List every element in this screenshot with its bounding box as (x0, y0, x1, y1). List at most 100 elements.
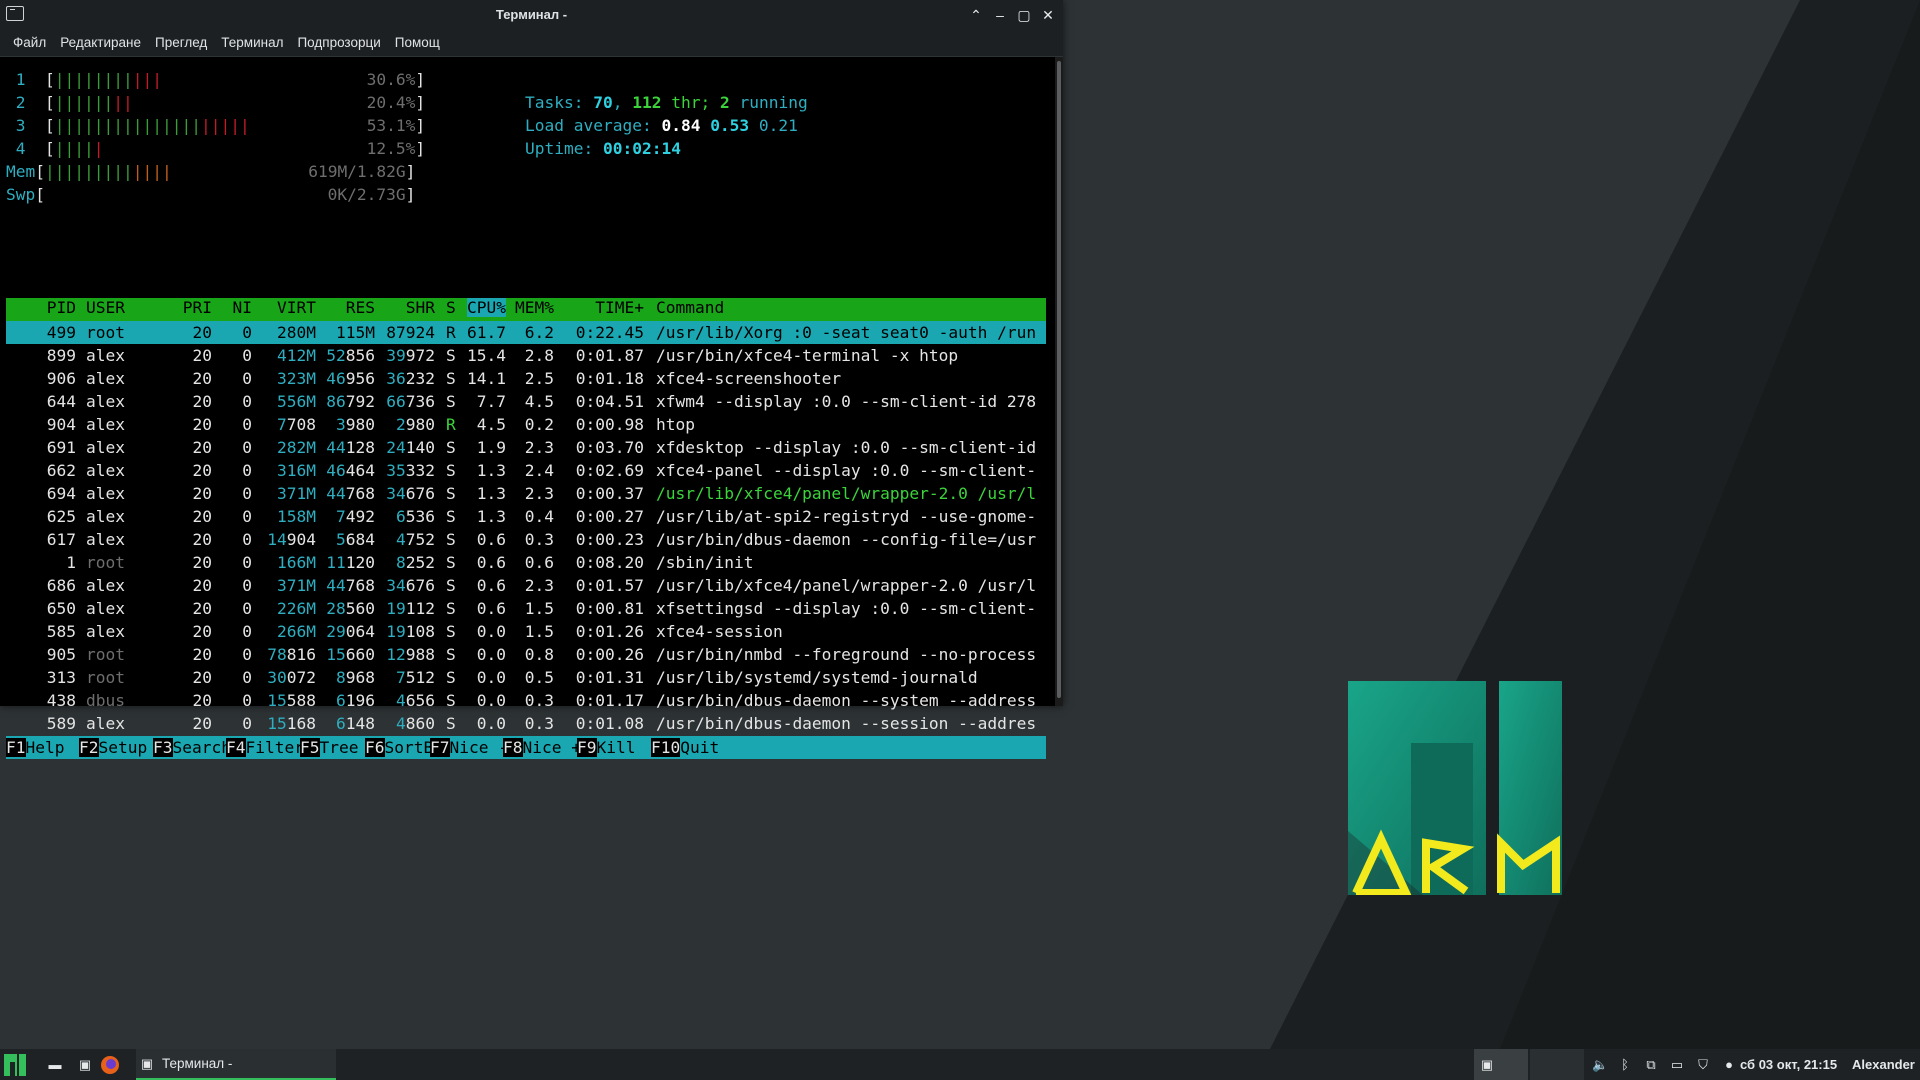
workspace-2[interactable] (1530, 1049, 1584, 1080)
cell-res: 52856 (326, 346, 375, 365)
terminal-task-icon: ▣ (140, 1055, 154, 1071)
process-row[interactable]: 499 root 20 0 280M 115M 87924 R 61.7 6.2 0:22.45/u… (6, 321, 1046, 344)
network-icon[interactable]: ⧉ (1644, 1057, 1658, 1072)
column-header-ni[interactable]: NI (233, 298, 253, 317)
cell-pri: 20 (192, 553, 213, 572)
column-header-res[interactable]: RES (346, 298, 375, 317)
cell-cmd: /usr/bin/dbus-daemon --session --addres (656, 714, 1037, 733)
workspace-1[interactable]: ▣ (1474, 1049, 1528, 1080)
cell-s: S (446, 438, 456, 457)
process-row[interactable]: 625 alex 20 0 158M 7492 6536 S 1.3 0.4 0:00.27/usr… (6, 505, 1046, 528)
menu-terminal[interactable]: Терминал (214, 30, 290, 56)
cell-time: 0:01.18 (575, 369, 644, 388)
column-header-user[interactable]: USER (86, 298, 125, 317)
column-header-command[interactable]: Command (656, 298, 724, 317)
menu-tabs[interactable]: Подпрозорци (290, 30, 387, 56)
cell-cmd: /sbin/init (656, 553, 754, 572)
fkey-f10[interactable]: F10Quit (651, 736, 739, 759)
process-row[interactable]: 905 root 20 0 78816 15660 12988 S 0.0 0.8 0:00.26 /… (6, 643, 1046, 666)
close-button[interactable]: ✕ (1039, 0, 1057, 30)
file-manager-launcher[interactable]: ▬ (42, 1049, 68, 1080)
fkey-f3[interactable]: F3Search (153, 736, 231, 759)
process-row[interactable]: 904 alex 20 0 7708 3980 2980 R 4.5 0.2 0:00.98 htop (6, 413, 1046, 436)
meter-value: 12.5% (366, 139, 416, 158)
column-header-pri[interactable]: PRI (183, 298, 212, 317)
minimize-button[interactable]: – (991, 0, 1009, 30)
cell-shr: 19108 (386, 622, 435, 641)
column-header-mem[interactable]: MEM% (515, 298, 554, 317)
process-row[interactable]: 438 dbus 20 0 15588 6196 4656 S 0.0 0.3 0:01.17/us… (6, 689, 1046, 712)
column-header-virt[interactable]: VIRT (277, 298, 316, 317)
cell-res: 46464 (326, 461, 375, 480)
shield-icon[interactable]: ⛉ (1696, 1057, 1710, 1072)
column-header-cpu[interactable]: CPU% (467, 298, 506, 317)
cell-shr: 8252 (396, 553, 435, 572)
process-row[interactable]: 313 root 20 0 30072 8968 7512 S 0.0 0.5 0:01.31/us… (6, 666, 1046, 689)
cell-pid: 499 (46, 323, 76, 342)
cell-res: 3980 (336, 415, 375, 434)
cell-shr: 36232 (386, 369, 435, 388)
cell-ni: 0 (242, 576, 252, 595)
terminal-launcher[interactable]: ▣ (72, 1049, 98, 1080)
title-bar[interactable]: Терминал - ⌃ – ▢ ✕ (0, 0, 1063, 30)
process-table-header[interactable]: PID USER PRI NI VIRT RES SHR S CPU% MEM% TIME+ Comm… (6, 298, 1046, 321)
user-name[interactable]: Alexander (1852, 1049, 1915, 1080)
cell-time: 0:00.37 (575, 484, 644, 503)
display-icon[interactable]: ▭ (1670, 1057, 1684, 1072)
menu-view[interactable]: Преглед (148, 30, 214, 56)
bluetooth-icon[interactable]: ᛒ (1618, 1057, 1632, 1072)
taskbar-terminal-task[interactable]: ▣ Терминал - (136, 1049, 336, 1080)
cell-ni: 0 (242, 507, 252, 526)
scrollbar[interactable] (1055, 57, 1063, 706)
load-line: Load average: 0.84 0.53 0.21 (525, 116, 798, 135)
cell-user: alex (86, 369, 125, 388)
column-header-shr[interactable]: SHR (406, 298, 435, 317)
cell-virt: 556M (277, 392, 316, 411)
shade-button[interactable]: ⌃ (967, 0, 985, 30)
terminal-window[interactable]: Терминал - ⌃ – ▢ ✕ Файл Редактиране Прег… (0, 0, 1063, 759)
process-row[interactable]: 617 alex 20 0 14904 5684 4752 S 0.6 0.3 0:00.23/us… (6, 528, 1046, 551)
menu-edit[interactable]: Редактиране (53, 30, 148, 56)
cell-ni: 0 (242, 645, 252, 664)
workspace-window-icon: ▣ (1480, 1056, 1494, 1072)
cell-virt: 78816 (267, 645, 316, 664)
process-row[interactable]: 899 alex 20 0 412M 52856 39972 S 15.4 2.8 0:01.87 /… (6, 344, 1046, 367)
fkey-f4[interactable]: F4Filter (226, 736, 304, 759)
fkey-f8[interactable]: F8Nice + (503, 736, 581, 759)
meter-bracket: [ (44, 139, 55, 158)
process-row[interactable]: 662 alex 20 0 316M 46464 35332 S 1.3 2.4 0:02.69 xf… (6, 459, 1046, 482)
menu-file[interactable]: Файл (6, 30, 53, 56)
column-header-pid[interactable]: PID (47, 298, 76, 317)
process-row[interactable]: 585 alex 20 0 266M 29064 19108 S 0.0 1.5 0:01.26 xf… (6, 620, 1046, 643)
start-menu-button[interactable] (4, 1049, 26, 1080)
cell-ni: 0 (242, 622, 252, 641)
cell-s: S (446, 622, 456, 641)
volume-icon[interactable]: 🔈 (1592, 1057, 1608, 1072)
firefox-launcher[interactable] (100, 1049, 120, 1080)
process-row[interactable]: 686 alex 20 0 371M 44768 34676 S 0.6 2.3 0:01.57/u… (6, 574, 1046, 597)
update-icon[interactable]: ● (1722, 1057, 1736, 1072)
process-row[interactable]: 589 alex 20 0 15168 6148 4860 S 0.0 0.3 0:01.08/us… (6, 712, 1046, 735)
process-row[interactable]: 1 root 20 0 166M 11120 8252 S 0.6 0.6 0:08.20/sbin… (6, 551, 1046, 574)
process-row[interactable]: 691 alex 20 0 282M 44128 24140 S 1.9 2.3 0:03.70 xf… (6, 436, 1046, 459)
process-row[interactable]: 694 alex 20 0 371M 44768 34676 S 1.3 2.3 0:00.37/u… (6, 482, 1046, 505)
process-row[interactable]: 650 alex 20 0 226M 28560 19112 S 0.6 1.5 0:00.81 xf… (6, 597, 1046, 620)
cell-virt: 282M (277, 438, 316, 457)
scrollbar-thumb[interactable] (1057, 61, 1061, 698)
cell-virt: 7708 (277, 415, 316, 434)
clock[interactable]: сб 03 окт, 21:15 (1740, 1049, 1837, 1080)
maximize-button[interactable]: ▢ (1015, 0, 1033, 30)
fkey-f2[interactable]: F2Setup (79, 736, 157, 759)
fkey-f1[interactable]: F1Help (6, 736, 84, 759)
terminal-screen[interactable]: 1 [||||||||||| 30.6%] 2 [|||||||| 20.4%]… (0, 57, 1055, 759)
fkey-f9[interactable]: F9Kill (577, 736, 655, 759)
process-row[interactable]: 906 alex 20 0 323M 46956 36232 S 14.1 2.5 0:01.18 x… (6, 367, 1046, 390)
fkey-f7[interactable]: F7Nice - (430, 736, 508, 759)
column-header-s[interactable]: S (446, 298, 456, 317)
column-header-time[interactable]: TIME+ (595, 298, 644, 317)
cell-shr: 12988 (386, 645, 435, 664)
cell-shr: 66736 (386, 392, 435, 411)
firefox-icon (101, 1055, 119, 1074)
process-row[interactable]: 644 alex 20 0 556M 86792 66736 S 7.7 4.5 0:04.51 xf… (6, 390, 1046, 413)
menu-help[interactable]: Помощ (388, 30, 447, 56)
